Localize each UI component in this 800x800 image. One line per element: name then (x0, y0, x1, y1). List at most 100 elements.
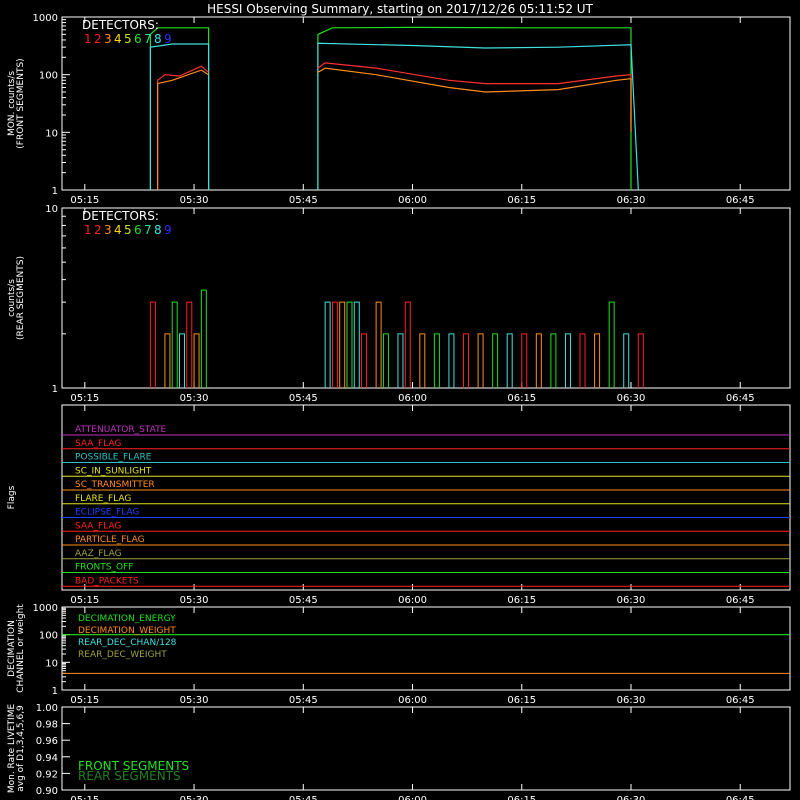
x-tick-label: 05:45 (289, 195, 318, 206)
livetime-legend-item: REAR SEGMENTS (78, 769, 181, 783)
rear-count-spike (149, 301, 156, 388)
x-tick-label: 05:45 (289, 393, 318, 404)
x-tick-label: 06:30 (617, 695, 646, 706)
legend-detector-5: 5 (124, 223, 132, 237)
legend-detector-9: 9 (164, 223, 172, 237)
x-tick-label: 05:45 (289, 795, 318, 800)
rear-count-spike (550, 333, 557, 388)
y-tick-label: 1 (52, 686, 58, 697)
legend-detector-8: 8 (154, 223, 162, 237)
series-detector-3 (317, 67, 632, 133)
series-detector-3 (157, 69, 209, 190)
rear-count-spike (579, 333, 586, 388)
rear-count-spike (477, 333, 484, 388)
y-tick-label: 1000 (33, 603, 58, 614)
legend-detector-7: 7 (144, 32, 152, 46)
legend-detector-4: 4 (114, 32, 122, 46)
x-tick-label: 06:30 (617, 195, 646, 206)
series-detector-8 (317, 42, 639, 191)
y-tick-label: 1.00 (36, 703, 58, 714)
rear-count-spike (397, 333, 404, 388)
flag-label: ATTENUATOR_STATE (75, 425, 167, 435)
x-tick-label: 06:00 (398, 695, 427, 706)
x-tick-label: 06:15 (507, 695, 536, 706)
rear-count-spike (492, 333, 499, 388)
legend-detector-1: 1 (84, 223, 92, 237)
decimation-legend-item: DECIMATION_WEIGHT (78, 626, 176, 636)
x-tick-label: 06:30 (617, 393, 646, 404)
rear-count-spike (404, 301, 411, 388)
rear-count-spike (186, 301, 193, 388)
x-tick-label: 06:00 (398, 195, 427, 206)
chart-title: HESSI Observing Summary, starting on 201… (207, 2, 593, 16)
flag-label: FLARE_FLAG (75, 494, 131, 504)
x-tick-label: 06:45 (726, 695, 755, 706)
rear-count-spike (353, 301, 360, 388)
x-tick-label: 05:15 (70, 195, 99, 206)
flag-label: PARTICLE_FLAG (75, 535, 145, 545)
legend-detector-9: 9 (164, 32, 172, 46)
flag-label: SC_TRANSMITTER (75, 480, 155, 490)
series-detector-1 (317, 62, 632, 123)
y-tick-label: 10 (45, 128, 58, 139)
y-tick-label: 10 (45, 204, 58, 215)
decimation-legend-item: REAR_DEC_WEIGHT (78, 650, 167, 660)
series-detector-1 (157, 65, 209, 190)
legend-detector-2: 2 (94, 32, 102, 46)
rear-count-spike (433, 333, 440, 388)
rear-count-spike (564, 333, 571, 388)
y-tick-label: 1000 (33, 13, 58, 24)
rear-count-spike (164, 333, 171, 388)
legend-title: DETECTORS: (82, 209, 159, 223)
y-axis-label: avg of D1,3,4,5,6,9 (16, 705, 26, 792)
x-tick-label: 06:15 (507, 393, 536, 404)
flag-label: SC_IN_SUNLIGHT (75, 466, 152, 476)
y-axis-label: CHANNEL or weight (16, 604, 26, 693)
rear-count-spike (200, 289, 207, 388)
rear-count-spike (594, 333, 601, 388)
y-tick-label: 100 (39, 631, 58, 642)
x-tick-label: 06:45 (726, 795, 755, 800)
panel-frame-3 (61, 404, 791, 591)
x-tick-label: 05:30 (180, 695, 209, 706)
x-tick-label: 06:45 (726, 195, 755, 206)
y-tick-label: 0.90 (36, 786, 58, 797)
decimation-legend-item: REAR_DEC_CHAN/128 (78, 638, 177, 648)
x-tick-label: 06:45 (726, 393, 755, 404)
rear-count-spike (506, 333, 513, 388)
rear-count-spike (382, 333, 389, 388)
x-tick-label: 05:30 (180, 195, 209, 206)
series-detector-6 (317, 26, 632, 190)
summary-plot: HESSI Observing Summary, starting on 201… (7, 2, 791, 800)
x-tick-label: 05:45 (289, 595, 318, 606)
y-axis-label: (REAR SEGMENTS) (16, 256, 26, 340)
rear-count-spike (463, 333, 470, 388)
legend-detector-3: 3 (104, 223, 112, 237)
y-tick-label: 0.96 (36, 736, 58, 747)
rear-count-spike (419, 333, 426, 388)
flag-label: SAA_FLAG (75, 521, 121, 531)
x-tick-label: 05:15 (70, 695, 99, 706)
x-tick-label: 05:45 (289, 695, 318, 706)
x-tick-label: 05:30 (180, 393, 209, 404)
legend-detector-6: 6 (134, 223, 142, 237)
x-tick-label: 06:30 (617, 595, 646, 606)
legend-detector-3: 3 (104, 32, 112, 46)
rear-count-spike (623, 333, 630, 388)
y-tick-label: 1 (52, 384, 58, 395)
x-tick-label: 06:15 (507, 795, 536, 800)
decimation-legend-item: DECIMATION_ENERGY (78, 614, 176, 624)
rear-count-spike (448, 333, 455, 388)
y-axis-label: Flags (7, 485, 17, 509)
series-detector-8 (149, 43, 210, 190)
y-tick-label: 0.92 (36, 769, 58, 780)
rear-count-spike (178, 333, 185, 388)
rear-count-spike (346, 301, 353, 388)
x-tick-label: 06:00 (398, 595, 427, 606)
flag-label: AAZ_FLAG (75, 549, 122, 559)
x-tick-label: 06:15 (507, 195, 536, 206)
rear-count-spike (339, 301, 346, 388)
legend-detector-5: 5 (124, 32, 132, 46)
flag-label: FRONTS_OFF (75, 563, 133, 573)
legend-detector-7: 7 (144, 223, 152, 237)
